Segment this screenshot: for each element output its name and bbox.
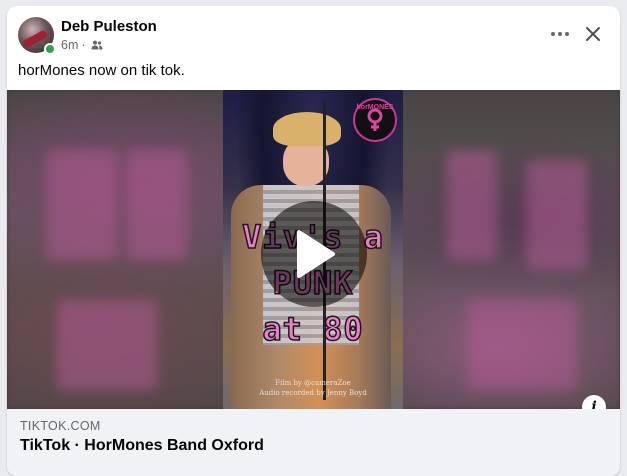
more-options-button[interactable] <box>548 22 572 46</box>
friends-icon[interactable] <box>91 40 103 50</box>
video-preview[interactable]: horMONES Viv's a PUNK at 80 Film by @cam… <box>7 90 620 409</box>
band-logo: horMONES <box>353 98 397 142</box>
link-domain: TIKTOK.COM <box>20 419 101 433</box>
post-card: Deb Puleston 6m · horMones now on tik to… <box>7 6 620 476</box>
meta-separator: · <box>81 38 86 52</box>
play-button[interactable] <box>261 201 367 307</box>
video-credit-1: Film by @cameraZoe <box>275 379 351 387</box>
author-name[interactable]: Deb Puleston <box>61 18 157 35</box>
link-preview[interactable]: TIKTOK.COM TikTok · HorMones Band Oxford <box>7 409 620 476</box>
post-time[interactable]: 6m <box>61 38 78 52</box>
more-options-icon <box>551 32 555 36</box>
post-meta: 6m · <box>61 38 103 52</box>
close-icon <box>586 27 600 41</box>
close-button[interactable] <box>581 22 605 46</box>
link-title[interactable]: TikTok · HorMones Band Oxford <box>20 437 264 455</box>
overlay-line-3: at 80 <box>262 309 364 349</box>
info-icon: i <box>591 399 597 409</box>
video-credit-2: Audio recorded by Jenny Boyd <box>259 389 367 397</box>
performer-hat <box>273 112 341 146</box>
post-text: horMones now on tik tok. <box>18 62 185 79</box>
play-icon <box>297 230 335 278</box>
online-status-icon <box>44 43 56 55</box>
